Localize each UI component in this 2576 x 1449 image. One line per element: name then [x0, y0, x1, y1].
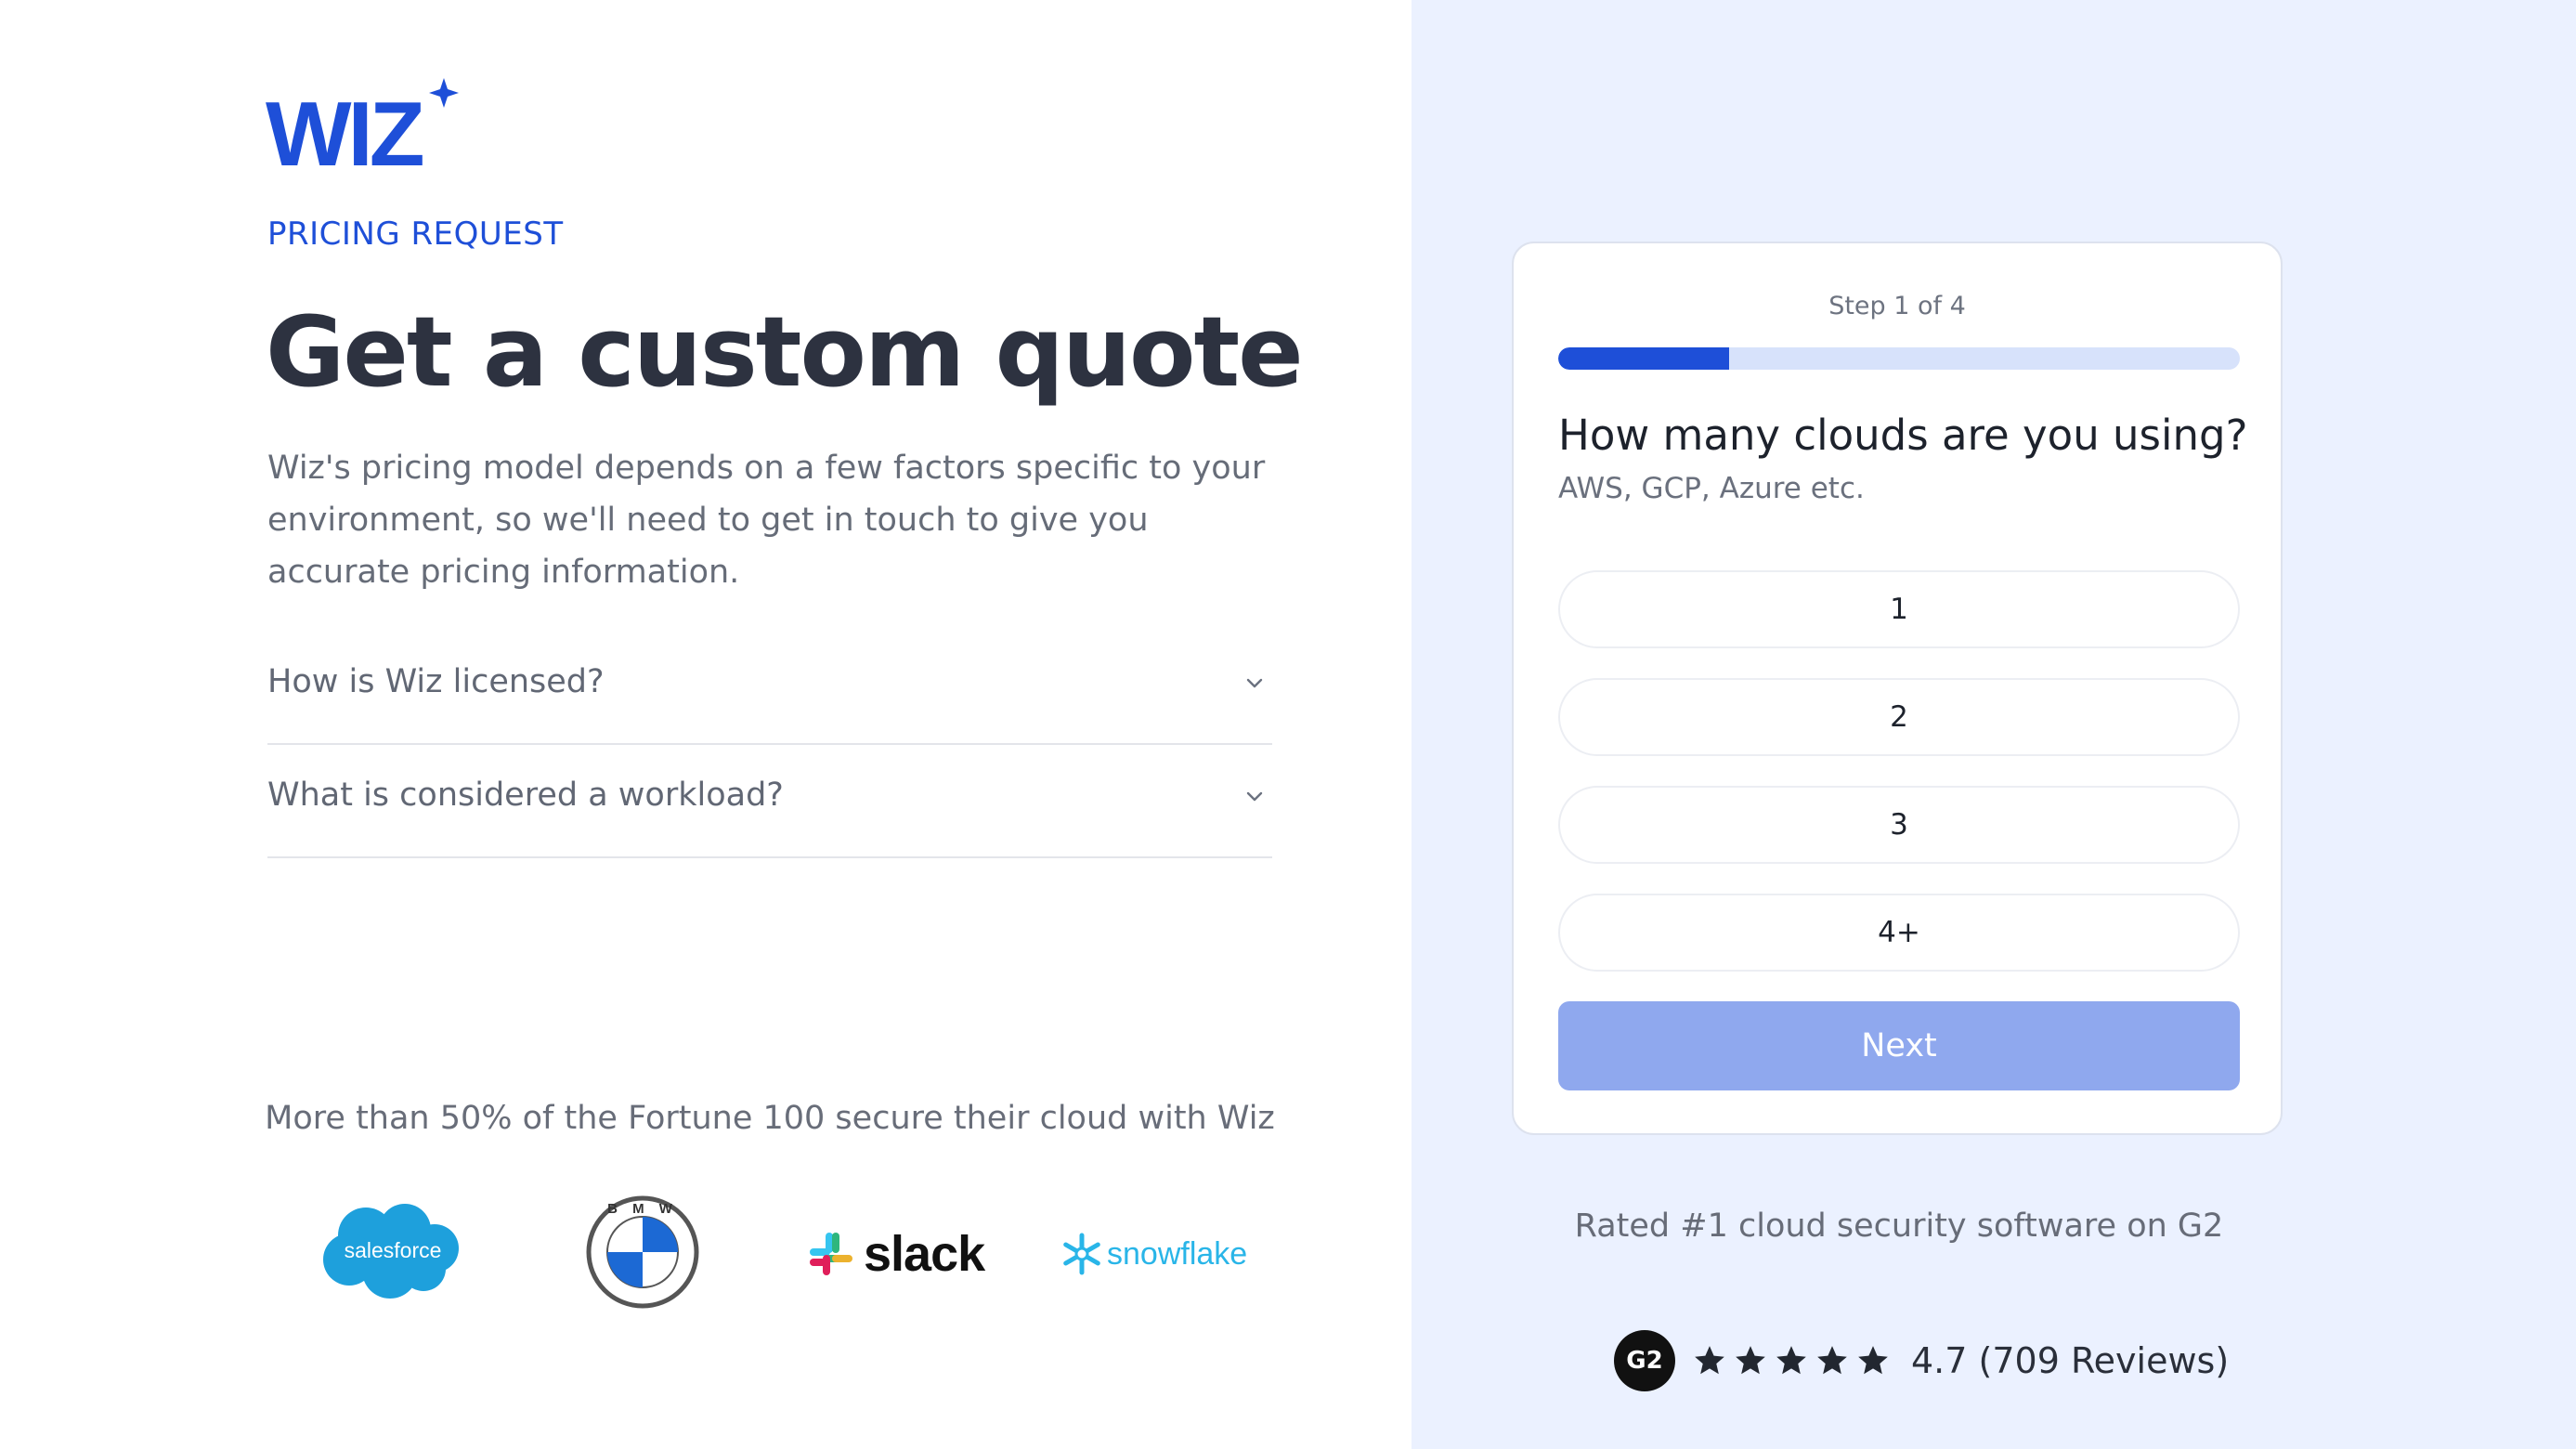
- next-button[interactable]: Next: [1558, 1001, 2240, 1090]
- slack-icon: [810, 1233, 852, 1275]
- rated-text: Rated #1 cloud security software on G2: [1574, 1208, 2224, 1245]
- option-1[interactable]: 1: [1558, 570, 2240, 648]
- salesforce-label: salesforce: [345, 1238, 442, 1262]
- slack-logo: slack: [808, 1224, 985, 1284]
- star-icon: [1736, 1346, 1765, 1375]
- g2-badge-icon: G2: [1614, 1330, 1675, 1391]
- option-3[interactable]: 3: [1558, 786, 2240, 864]
- snowflake-logo: snowflake: [1060, 1228, 1247, 1280]
- bmw-label: B M W: [607, 1201, 678, 1217]
- page-title: Get a custom quote: [266, 295, 1304, 409]
- faq-item-licensed[interactable]: How is Wiz licensed?: [267, 632, 1272, 745]
- option-2[interactable]: 2: [1558, 678, 2240, 756]
- form-question: How many clouds are you using?: [1558, 411, 2248, 460]
- g2-badge-label: G2: [1626, 1347, 1663, 1375]
- bmw-logo: B M W: [586, 1195, 699, 1309]
- review-score: 4.7 (709 Reviews): [1911, 1340, 2230, 1381]
- salesforce-logo: salesforce: [323, 1204, 459, 1299]
- faq-question: How is Wiz licensed?: [267, 663, 605, 700]
- pricing-form-card: Step 1 of 4 How many clouds are you usin…: [1512, 242, 2283, 1135]
- progress-bar: [1558, 347, 2240, 370]
- faq-item-workload[interactable]: What is considered a workload?: [267, 745, 1272, 858]
- star-icon: [1858, 1346, 1888, 1375]
- page-description: Wiz's pricing model depends on a few fac…: [267, 450, 1266, 591]
- step-indicator: Step 1 of 4: [1828, 292, 1966, 320]
- trust-text: More than 50% of the Fortune 100 secure …: [265, 1100, 1275, 1137]
- star-icon: [1695, 1346, 1724, 1375]
- faq-question: What is considered a workload?: [267, 777, 784, 814]
- progress-fill: [1558, 347, 1729, 370]
- option-4-plus[interactable]: 4+: [1558, 894, 2240, 972]
- form-hint: AWS, GCP, Azure etc.: [1558, 472, 1865, 505]
- star-rating: [1692, 1343, 1891, 1378]
- eyebrow-label: PRICING REQUEST: [267, 215, 564, 253]
- slack-label: slack: [864, 1226, 985, 1282]
- snowflake-label: snowflake: [1107, 1235, 1248, 1272]
- wiz-logo[interactable]: WIZ: [266, 78, 461, 171]
- chevron-down-icon: [1246, 678, 1263, 688]
- sparkle-icon: [429, 78, 459, 108]
- g2-rating: G2 4.7 (709 Reviews): [1614, 1328, 2229, 1393]
- star-icon: [1817, 1346, 1847, 1375]
- left-panel: WIZ PRICING REQUEST Get a custom quote W…: [0, 0, 1412, 1449]
- wiz-logo-text: WIZ: [266, 83, 423, 171]
- snowflake-icon: [1063, 1233, 1100, 1275]
- star-icon: [1776, 1346, 1806, 1375]
- chevron-down-icon: [1246, 791, 1263, 802]
